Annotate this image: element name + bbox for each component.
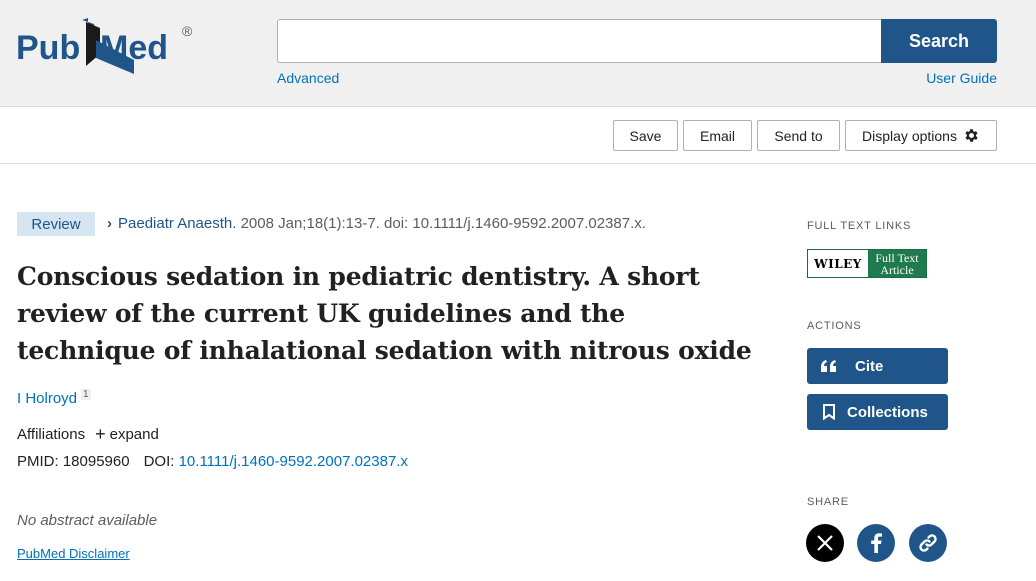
- pubmed-logo[interactable]: Pub Med ®: [16, 14, 201, 76]
- wiley-brand: WILEY: [808, 250, 868, 277]
- pmid: PMID: 18095960: [17, 453, 130, 470]
- cite-button[interactable]: Cite: [807, 348, 948, 384]
- collections-label: Collections: [847, 403, 928, 421]
- user-guide-link[interactable]: User Guide: [926, 70, 997, 86]
- plus-icon: +: [95, 424, 106, 444]
- search-button[interactable]: Search: [881, 19, 997, 63]
- actions-heading: ACTIONS: [807, 320, 862, 332]
- cite-label: Cite: [855, 357, 884, 375]
- facebook-icon: [871, 533, 882, 553]
- citation-details: 2008 Jan;18(1):13-7. doi: 10.1111/j.1460…: [236, 215, 646, 232]
- search-input[interactable]: [277, 19, 882, 63]
- identifiers: PMID: 18095960 DOI: 10.1111/j.1460-9592.2…: [17, 453, 408, 470]
- pubmed-disclaimer-link[interactable]: PubMed Disclaimer: [17, 546, 130, 561]
- logo-med: Med: [100, 29, 168, 67]
- share-heading: SHARE: [807, 496, 849, 508]
- wiley-article: Article: [880, 262, 914, 277]
- doi-label: DOI:: [143, 453, 175, 470]
- chevron-right-icon: ›: [107, 215, 112, 232]
- journal-link[interactable]: Paediatr Anaesth.: [118, 215, 236, 232]
- logo-registered: ®: [182, 23, 193, 39]
- send-to-button[interactable]: Send to: [757, 120, 840, 151]
- quote-icon: [819, 360, 839, 372]
- expand-affiliations-button[interactable]: + expand: [95, 424, 159, 444]
- full-text-links-heading: FULL TEXT LINKS: [807, 220, 912, 232]
- link-icon: [919, 534, 937, 552]
- citation-line: › Paediatr Anaesth. 2008 Jan;18(1):13-7. …: [107, 215, 646, 232]
- share-permalink-button[interactable]: [909, 524, 947, 562]
- affiliation-number[interactable]: 1: [81, 389, 91, 400]
- display-options-label: Display options: [862, 127, 957, 144]
- abstract-text: No abstract available: [17, 512, 158, 529]
- gear-icon: [965, 129, 978, 142]
- article-type-badge: Review: [17, 212, 95, 236]
- doi-link[interactable]: 10.1111/j.1460-9592.2007.02387.x: [179, 453, 408, 470]
- affiliations-row: Affiliations + expand: [17, 424, 159, 444]
- share-x-button[interactable]: [806, 524, 844, 562]
- wiley-full-text-label: Full Text Article: [868, 250, 926, 277]
- display-options-button[interactable]: Display options: [845, 120, 997, 151]
- advanced-search-link[interactable]: Advanced: [277, 70, 339, 86]
- x-icon: [817, 535, 833, 551]
- author-link[interactable]: I Holroyd 1: [17, 389, 91, 407]
- collections-button[interactable]: Collections: [807, 394, 948, 430]
- article-title: Conscious sedation in pediatric dentistr…: [17, 262, 752, 365]
- expand-label: expand: [109, 426, 159, 443]
- site-header: Pub Med ® Search Advanced User Guide: [0, 0, 1036, 107]
- save-button[interactable]: Save: [613, 120, 678, 151]
- share-facebook-button[interactable]: [857, 524, 895, 562]
- email-button[interactable]: Email: [683, 120, 752, 151]
- action-bar: Save Email Send to Display options: [0, 108, 1036, 164]
- bookmark-icon: [819, 404, 839, 420]
- author-name[interactable]: I Holroyd: [17, 390, 77, 407]
- logo-pub: Pub: [16, 29, 80, 67]
- affiliations-label: Affiliations: [17, 426, 86, 443]
- wiley-full-text-link[interactable]: WILEY Full Text Article: [807, 249, 927, 278]
